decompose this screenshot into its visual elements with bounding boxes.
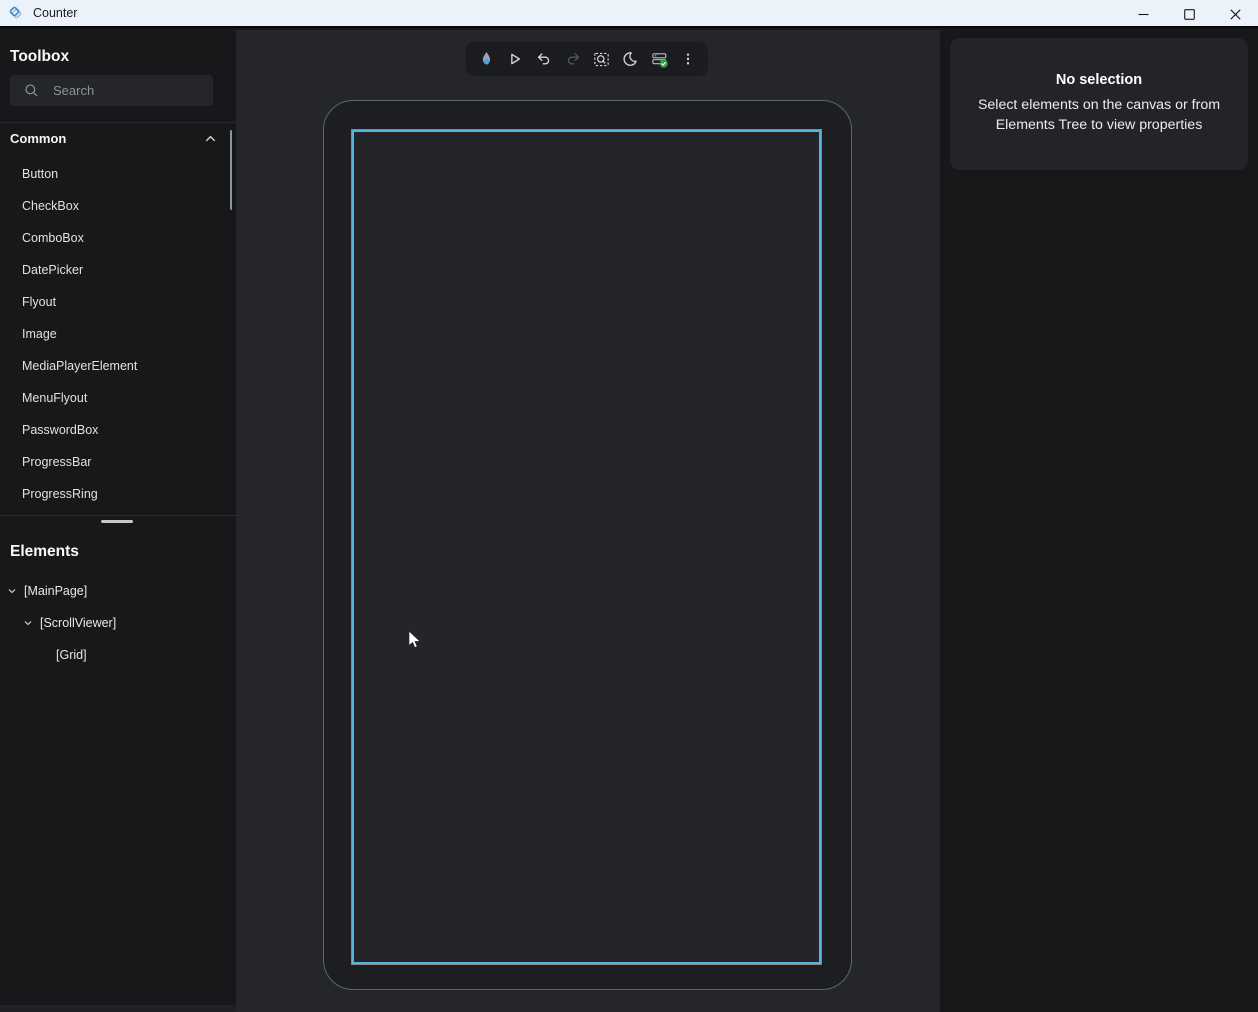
tree-item-label: [MainPage] xyxy=(24,584,87,598)
toolbox-item-flyout[interactable]: Flyout xyxy=(0,286,228,318)
panel-splitter[interactable] xyxy=(0,514,236,528)
toolbox-item-progressring[interactable]: ProgressRing xyxy=(0,478,228,510)
toolbox-item-menuflyout[interactable]: MenuFlyout xyxy=(0,382,228,414)
flame-icon xyxy=(477,50,496,69)
more-options-button[interactable] xyxy=(674,45,702,73)
sidebar-bottom-splitter[interactable] xyxy=(0,1005,236,1012)
undo-icon xyxy=(535,50,553,68)
toolbox-title: Toolbox xyxy=(10,48,69,66)
maximize-icon xyxy=(1184,9,1195,20)
section-label: Common xyxy=(10,131,66,146)
app-logo-icon xyxy=(8,5,25,22)
close-button[interactable] xyxy=(1212,0,1258,28)
toolbox-item-button[interactable]: Button xyxy=(0,158,228,190)
no-selection-title: No selection xyxy=(950,72,1248,88)
maximize-button[interactable] xyxy=(1166,0,1212,28)
window-controls xyxy=(1120,0,1258,28)
moon-icon xyxy=(621,50,639,68)
toolbox-scrollbar-thumb[interactable] xyxy=(230,130,232,210)
toolbox-item-checkbox[interactable]: CheckBox xyxy=(0,190,228,222)
chevron-down-icon[interactable] xyxy=(21,616,35,630)
design-canvas[interactable] xyxy=(236,30,940,1012)
tree-item-scrollviewer[interactable]: [ScrollViewer] xyxy=(0,607,228,639)
left-sidebar: Toolbox Common Button CheckBox ComboBox … xyxy=(0,30,236,1012)
changes-checklist-button[interactable] xyxy=(645,45,673,73)
redo-button[interactable] xyxy=(559,45,587,73)
properties-panel: No selection Select elements on the canv… xyxy=(940,30,1258,1012)
tree-item-label: [ScrollViewer] xyxy=(40,616,116,630)
tree-item-grid[interactable]: [Grid] xyxy=(0,639,228,671)
designer-toolbar xyxy=(466,42,708,76)
play-icon xyxy=(506,50,524,68)
toolbox-item-progressbar[interactable]: ProgressBar xyxy=(0,446,228,478)
minimize-button[interactable] xyxy=(1120,0,1166,28)
toolbox-search[interactable] xyxy=(10,75,213,106)
kebab-menu-icon xyxy=(680,50,696,68)
theme-toggle-button[interactable] xyxy=(616,45,644,73)
close-icon xyxy=(1230,9,1241,20)
divider xyxy=(0,122,236,123)
checklist-check-icon xyxy=(650,50,669,69)
toolbox-item-mediaplayerelement[interactable]: MediaPlayerElement xyxy=(0,350,228,382)
elements-title: Elements xyxy=(10,543,79,561)
tree-item-label: [Grid] xyxy=(56,648,87,662)
chevron-up-icon xyxy=(203,132,218,145)
toolbox-item-image[interactable]: Image xyxy=(0,318,228,350)
play-button[interactable] xyxy=(501,45,529,73)
search-input[interactable] xyxy=(53,83,229,98)
minimize-icon xyxy=(1138,9,1149,20)
page-root-selection-highlight[interactable] xyxy=(352,130,821,964)
zoom-to-fit-icon xyxy=(592,50,611,69)
search-icon xyxy=(24,83,39,98)
toolbox-item-list: Button CheckBox ComboBox DatePicker Flyo… xyxy=(0,158,228,510)
chevron-down-icon[interactable] xyxy=(5,584,19,598)
no-selection-message: Select elements on the canvas or from El… xyxy=(973,95,1225,135)
hot-reload-flame-button[interactable] xyxy=(472,45,500,73)
no-selection-card: No selection Select elements on the canv… xyxy=(950,38,1248,170)
elements-tree: [MainPage] [ScrollViewer] [Grid] xyxy=(0,575,228,671)
toolbox-item-combobox[interactable]: ComboBox xyxy=(0,222,228,254)
splitter-grip-handle[interactable] xyxy=(101,520,133,523)
titlebar: Counter xyxy=(0,0,1258,28)
toolbox-section-common[interactable]: Common xyxy=(0,125,228,151)
window-title: Counter xyxy=(33,6,77,20)
toolbox-item-datepicker[interactable]: DatePicker xyxy=(0,254,228,286)
undo-button[interactable] xyxy=(530,45,558,73)
toolbox-item-passwordbox[interactable]: PasswordBox xyxy=(0,414,228,446)
redo-icon xyxy=(564,50,582,68)
tree-item-mainpage[interactable]: [MainPage] xyxy=(0,575,228,607)
zoom-to-fit-button[interactable] xyxy=(587,45,615,73)
